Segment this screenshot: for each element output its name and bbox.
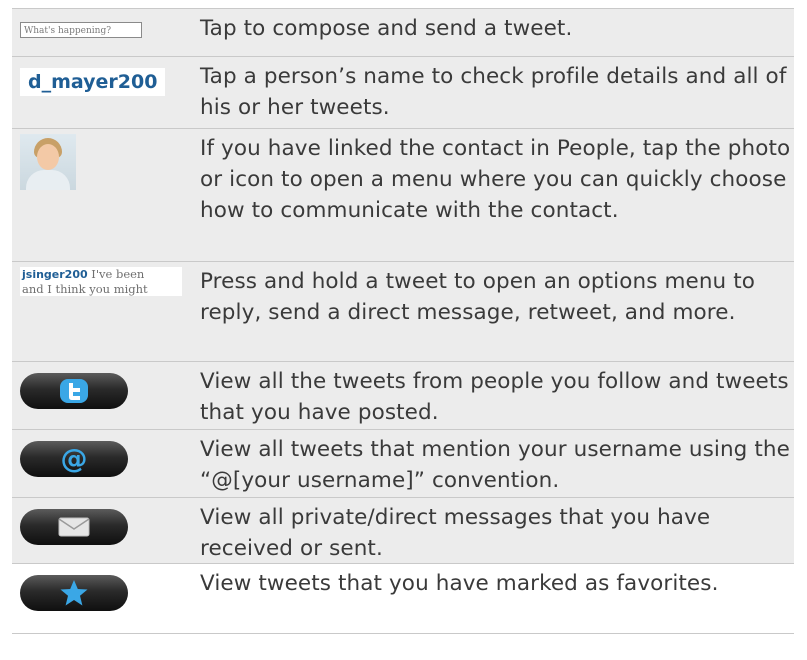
favorites-tab-button [20,575,128,611]
row-description: Press and hold a tweet to open an option… [200,269,755,325]
row-description: If you have linked the contact in People… [200,136,791,223]
username-label-icon: d_mayer200 [20,68,166,96]
star-icon [60,580,88,606]
tweet-text-line2: and I think you might [22,282,148,296]
svg-text:@: @ [61,444,88,474]
tweet-user: jsinger200 [22,268,88,281]
table-row-compose: What's happening? Tap to compose and sen… [12,9,794,57]
envelope-icon [58,517,90,537]
row-description: View all private/direct messages that yo… [200,505,711,561]
mentions-tab-button: @ [20,441,128,477]
table-row-mentions-tab: @ View all tweets that mention your user… [12,430,794,498]
table-row-tweets-tab: View all the tweets from people you foll… [12,362,794,430]
tweet-text-line1: I've been [91,267,145,281]
row-description: View all tweets that mention your userna… [200,437,790,493]
icon-cell: d_mayer200 [12,57,200,128]
icon-cell [12,498,200,563]
compose-input-icon: What's happening? [20,22,142,38]
icon-cell [12,564,200,633]
feature-table: What's happening? Tap to compose and sen… [12,8,794,634]
table-row-tweet: jsinger200 I've been and I think you mig… [12,262,794,362]
tweets-tab-button [20,373,128,409]
row-description: View all the tweets from people you foll… [200,369,789,425]
row-description: View tweets that you have marked as favo… [200,571,719,596]
profile-photo-icon [20,134,76,190]
row-description: Tap to compose and send a tweet. [200,16,573,41]
table-row-messages-tab: View all private/direct messages that yo… [12,498,794,564]
icon-cell: @ [12,430,200,497]
table-row-favorites-tab: View tweets that you have marked as favo… [12,564,794,634]
twitter-bird-icon [60,379,88,403]
row-description: Tap a person’s name to check profile det… [200,64,787,120]
icon-cell: jsinger200 I've been and I think you mig… [12,262,200,361]
icon-cell: What's happening? [12,9,200,56]
tweet-snippet-icon: jsinger200 I've been and I think you mig… [20,267,182,296]
table-row-photo: If you have linked the contact in People… [12,129,794,262]
icon-cell [12,362,200,429]
table-row-username: d_mayer200 Tap a person’s name to check … [12,57,794,129]
at-sign-icon: @ [61,444,88,474]
messages-tab-button [20,509,128,545]
icon-cell [12,129,200,261]
